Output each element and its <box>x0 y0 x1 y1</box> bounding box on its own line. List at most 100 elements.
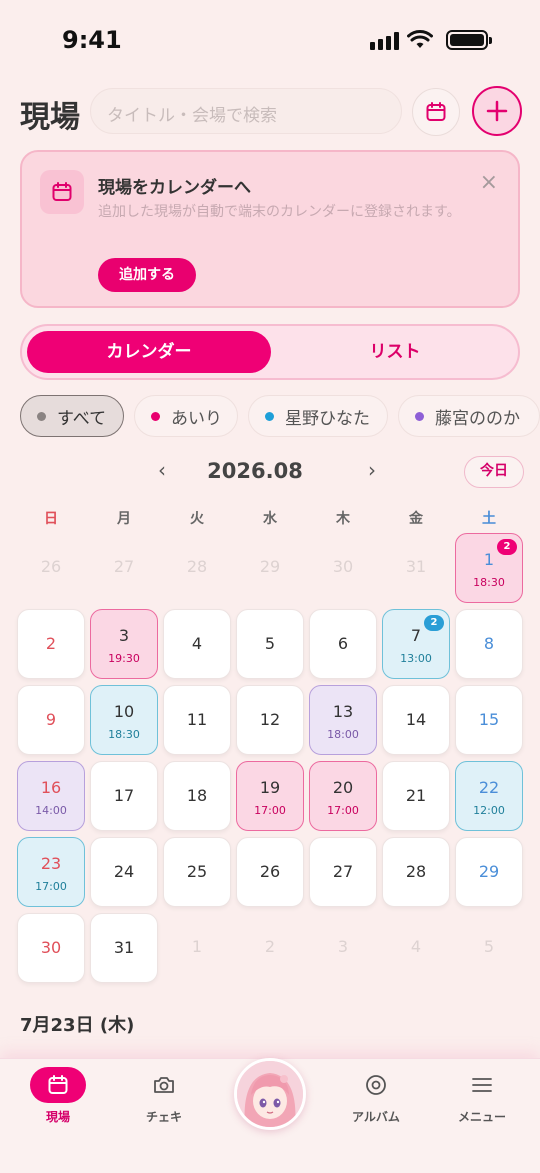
calendar-day-outside: 30 <box>309 533 377 603</box>
day-number: 31 <box>405 557 427 576</box>
weekday-label: 日 <box>44 511 58 527</box>
event-count-badge: 2 <box>424 615 444 631</box>
day-number: 28 <box>405 862 427 881</box>
weekday-label: 月 <box>117 511 131 527</box>
camera-icon <box>154 1077 174 1093</box>
calendar-day[interactable]: 23 17:00 <box>17 837 85 907</box>
day-number: 4 <box>410 937 422 956</box>
tab-calendar[interactable]: カレンダー <box>27 331 271 373</box>
day-number: 10 <box>113 702 135 721</box>
calendar-day[interactable]: 14 <box>382 685 450 755</box>
day-number: 29 <box>478 862 500 881</box>
filter-chip-airi[interactable]: あいり <box>134 395 238 437</box>
event-time: 18:00 <box>327 728 359 741</box>
day-number: 16 <box>40 778 62 797</box>
filter-chip-all[interactable]: すべて <box>20 395 124 437</box>
calendar-day-outside: 3 <box>309 913 377 983</box>
calendar-day[interactable]: 2 <box>17 609 85 679</box>
calendar-day[interactable]: 20 17:00 <box>309 761 377 831</box>
dot-icon <box>415 411 424 421</box>
avatar[interactable] <box>234 1058 306 1130</box>
calendar-day[interactable]: 26 <box>236 837 304 907</box>
calendar-day[interactable]: 19 17:00 <box>236 761 304 831</box>
tab-album[interactable]: アルバム <box>336 1067 416 1137</box>
calendar-day-outside: 5 <box>455 913 523 983</box>
calendar-day-outside: 1 <box>163 913 231 983</box>
day-number: 31 <box>113 938 135 957</box>
calendar-day[interactable]: 6 <box>309 609 377 679</box>
calendar-day[interactable]: 31 <box>90 913 158 983</box>
banner-title: 現場をカレンダーへ <box>98 178 251 198</box>
calendar-day[interactable]: 7 13:00 2 <box>382 609 450 679</box>
calendar-day[interactable]: 4 <box>163 609 231 679</box>
signal-icon <box>370 32 399 50</box>
wifi-icon <box>407 30 433 48</box>
calendar-day[interactable]: 12 <box>236 685 304 755</box>
dot-icon <box>265 411 274 421</box>
weekday-label: 水 <box>263 511 277 527</box>
chip-label: あいり <box>171 408 222 429</box>
tab-menu[interactable]: メニュー <box>442 1067 522 1137</box>
event-time: 17:00 <box>35 880 67 893</box>
event-count-badge: 2 <box>497 539 517 555</box>
calendar-sync-button[interactable] <box>412 88 460 136</box>
day-number: 4 <box>191 634 203 653</box>
calendar-day[interactable]: 15 <box>455 685 523 755</box>
event-time: 13:00 <box>400 652 432 665</box>
day-number: 21 <box>405 786 427 805</box>
today-button[interactable]: 今日 <box>464 456 524 488</box>
calendar-day[interactable]: 22 12:00 <box>455 761 523 831</box>
close-icon[interactable]: × <box>480 170 498 195</box>
calendar-day[interactable]: 25 <box>163 837 231 907</box>
event-time: 18:30 <box>473 576 505 589</box>
day-number: 2 <box>264 937 276 956</box>
banner-add-button[interactable]: 追加する <box>98 258 196 292</box>
day-number: 26 <box>40 557 62 576</box>
calendar-day[interactable]: 16 14:00 <box>17 761 85 831</box>
chevron-left-icon[interactable]: ‹ <box>158 458 166 482</box>
day-number: 14 <box>405 710 427 729</box>
calendar-day[interactable]: 30 <box>17 913 85 983</box>
filter-chip-fujimiya-nonoka[interactable]: 藤宮ののか <box>398 395 540 437</box>
event-time: 17:00 <box>327 804 359 817</box>
calendar-day[interactable]: 11 <box>163 685 231 755</box>
day-number: 5 <box>264 634 276 653</box>
page-title: 現場 <box>20 100 80 135</box>
calendar-day[interactable]: 1 18:30 2 <box>455 533 523 603</box>
chevron-right-icon[interactable]: › <box>368 458 376 482</box>
day-number: 1 <box>191 937 203 956</box>
calendar-day-outside: 31 <box>382 533 450 603</box>
calendar-day[interactable]: 21 <box>382 761 450 831</box>
filter-chip-hoshino-hinata[interactable]: 星野ひなた <box>248 395 388 437</box>
calendar-day[interactable]: 13 18:00 <box>309 685 377 755</box>
calendar-day-outside: 2 <box>236 913 304 983</box>
calendar-day[interactable]: 24 <box>90 837 158 907</box>
calendar-day[interactable]: 28 <box>382 837 450 907</box>
filter-chips: すべて あいり 星野ひなた 藤宮ののか <box>20 395 540 437</box>
calendar-day[interactable]: 5 <box>236 609 304 679</box>
calendar-day[interactable]: 10 18:30 <box>90 685 158 755</box>
day-number: 15 <box>478 710 500 729</box>
search-input[interactable]: タイトル・会場で検索 <box>90 88 402 134</box>
calendar-day[interactable]: 8 <box>455 609 523 679</box>
calendar-day[interactable]: 3 19:30 <box>90 609 158 679</box>
album-icon <box>366 1075 386 1095</box>
tab-genba[interactable]: 現場 <box>18 1067 98 1137</box>
day-number: 28 <box>186 557 208 576</box>
avatar-illustration <box>237 1061 303 1127</box>
tab-label: アルバム <box>352 1110 400 1124</box>
calendar-day[interactable]: 9 <box>17 685 85 755</box>
calendar-day[interactable]: 29 <box>455 837 523 907</box>
day-number: 6 <box>337 634 349 653</box>
tab-list[interactable]: リスト <box>275 331 515 373</box>
day-number: 8 <box>483 634 495 653</box>
day-number: 22 <box>478 778 500 797</box>
calendar-icon <box>426 102 446 121</box>
add-button[interactable] <box>472 86 522 136</box>
weekday-label: 土 <box>482 511 496 527</box>
tab-label: 現場 <box>45 1110 70 1124</box>
tab-cheki[interactable]: チェキ <box>124 1067 204 1137</box>
calendar-day[interactable]: 27 <box>309 837 377 907</box>
calendar-day[interactable]: 17 <box>90 761 158 831</box>
calendar-day[interactable]: 18 <box>163 761 231 831</box>
